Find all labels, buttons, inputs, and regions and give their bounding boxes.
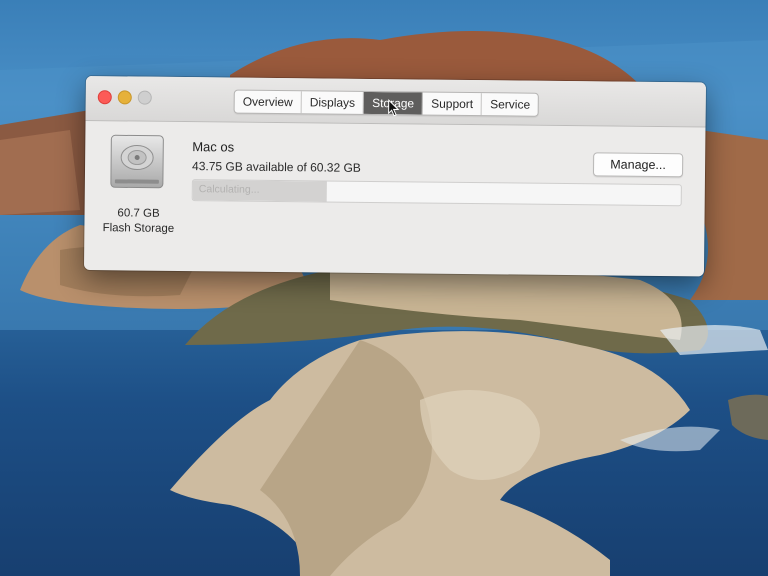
desktop: Overview Displays Storage Support Servic… <box>0 0 768 576</box>
tab-support[interactable]: Support <box>423 92 483 116</box>
volume-availability: 43.75 GB available of 60.32 GB <box>191 159 361 175</box>
storage-usage-bar: Calculating... <box>191 179 682 207</box>
zoom-window-button[interactable] <box>137 90 152 105</box>
storage-pane: 60.7 GB Flash Storage Mac os 43.75 GB av… <box>84 121 706 276</box>
manage-button[interactable]: Manage... <box>592 152 684 178</box>
minimize-window-button[interactable] <box>117 90 132 105</box>
tab-bar: Overview Displays Storage Support Servic… <box>233 89 540 117</box>
storage-bar-status: Calculating... <box>198 183 260 196</box>
tab-overview[interactable]: Overview <box>234 90 302 114</box>
about-this-mac-window: Overview Displays Storage Support Servic… <box>83 76 706 277</box>
mouse-pointer-icon <box>388 99 400 117</box>
hard-drive-icon <box>110 134 164 189</box>
volume-name: Mac os <box>192 139 235 155</box>
disk-type-label: Flash Storage <box>102 222 175 235</box>
close-window-button[interactable] <box>97 90 112 105</box>
tab-service[interactable]: Service <box>482 93 538 116</box>
window-titlebar: Overview Displays Storage Support Servic… <box>85 76 706 128</box>
tab-displays[interactable]: Displays <box>301 91 365 114</box>
disk-capacity-label: 60.7 GB <box>117 207 160 220</box>
